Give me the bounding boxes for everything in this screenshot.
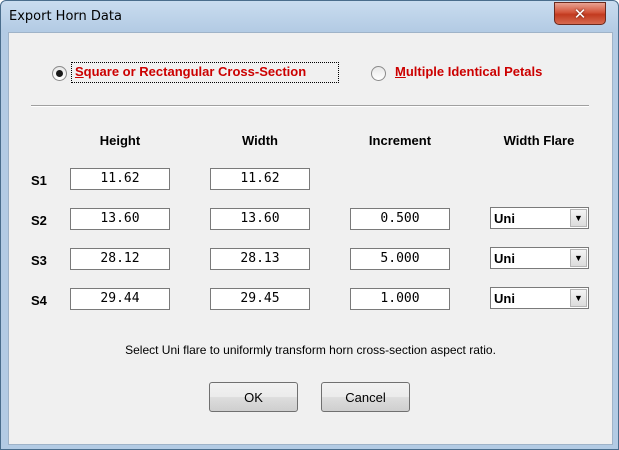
s4-height-input[interactable]: 29.44: [70, 288, 170, 310]
s3-width-flare-value: Uni: [494, 251, 515, 266]
row-label-s1: S1: [31, 173, 47, 188]
s3-height-input[interactable]: 28.12: [70, 248, 170, 270]
s3-width-input[interactable]: 28.13: [210, 248, 310, 270]
s2-height-input[interactable]: 13.60: [70, 208, 170, 230]
s4-width-flare-value: Uni: [494, 291, 515, 306]
separator-line: [31, 105, 589, 107]
multiple-petals-mnemonic: M: [395, 64, 406, 79]
close-button[interactable]: ✕: [554, 2, 606, 25]
width-flare-header: Width Flare: [503, 133, 575, 148]
dropdown-arrow-icon[interactable]: ▼: [570, 289, 587, 307]
s2-width-flare-value: Uni: [494, 211, 515, 226]
width-header: Width: [242, 133, 278, 148]
s1-width-input[interactable]: 11.62: [210, 168, 310, 190]
dialog-client-area: Square or Rectangular Cross-Section Mult…: [8, 32, 613, 445]
title-bar[interactable]: Export Horn Data ✕: [1, 1, 618, 33]
row-label-s4: S4: [31, 293, 47, 308]
s2-width-flare-select[interactable]: Uni ▼: [490, 207, 589, 229]
cancel-button[interactable]: Cancel: [321, 382, 410, 412]
s4-width-input[interactable]: 29.45: [210, 288, 310, 310]
radio-selected-dot: [56, 70, 63, 77]
row-label-s2: S2: [31, 213, 47, 228]
s1-height-input[interactable]: 11.62: [70, 168, 170, 190]
ok-button[interactable]: OK: [209, 382, 298, 412]
multiple-petals-radio[interactable]: [371, 66, 386, 81]
square-section-label[interactable]: Square or Rectangular Cross-Section: [75, 64, 306, 79]
square-section-label-rest: quare or Rectangular Cross-Section: [83, 64, 307, 79]
close-icon: ✕: [573, 4, 587, 23]
s3-width-flare-select[interactable]: Uni ▼: [490, 247, 589, 269]
dropdown-arrow-icon[interactable]: ▼: [570, 249, 587, 267]
increment-header: Increment: [368, 133, 432, 148]
square-section-radio[interactable]: [52, 66, 67, 81]
multiple-petals-label[interactable]: Multiple Identical Petals: [395, 64, 542, 79]
s2-width-input[interactable]: 13.60: [210, 208, 310, 230]
window-title: Export Horn Data: [9, 9, 122, 24]
square-section-mnemonic: S: [75, 64, 84, 79]
s3-increment-input[interactable]: 5.000: [350, 248, 450, 270]
s4-width-flare-select[interactable]: Uni ▼: [490, 287, 589, 309]
s4-increment-input[interactable]: 1.000: [350, 288, 450, 310]
height-header: Height: [99, 133, 141, 148]
dialog-window: Export Horn Data ✕ Square or Rectangular…: [0, 0, 619, 450]
hint-text: Select Uni flare to uniformly transform …: [125, 343, 496, 357]
s2-increment-input[interactable]: 0.500: [350, 208, 450, 230]
row-label-s3: S3: [31, 253, 47, 268]
dropdown-arrow-icon[interactable]: ▼: [570, 209, 587, 227]
multiple-petals-label-rest: ultiple Identical Petals: [405, 64, 543, 79]
